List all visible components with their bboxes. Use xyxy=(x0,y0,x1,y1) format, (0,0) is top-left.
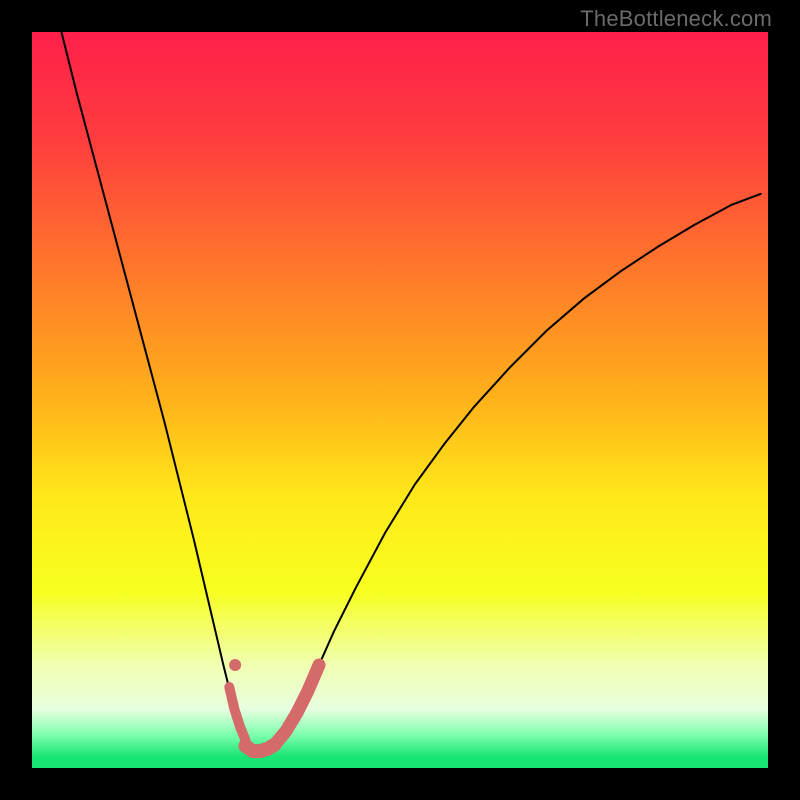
gradient-background xyxy=(32,32,768,768)
chart-frame: TheBottleneck.com xyxy=(0,0,800,800)
chart-svg xyxy=(32,32,768,768)
plot-area xyxy=(32,32,768,768)
watermark-text: TheBottleneck.com xyxy=(580,6,772,32)
marker-highlight-dot xyxy=(229,659,241,671)
